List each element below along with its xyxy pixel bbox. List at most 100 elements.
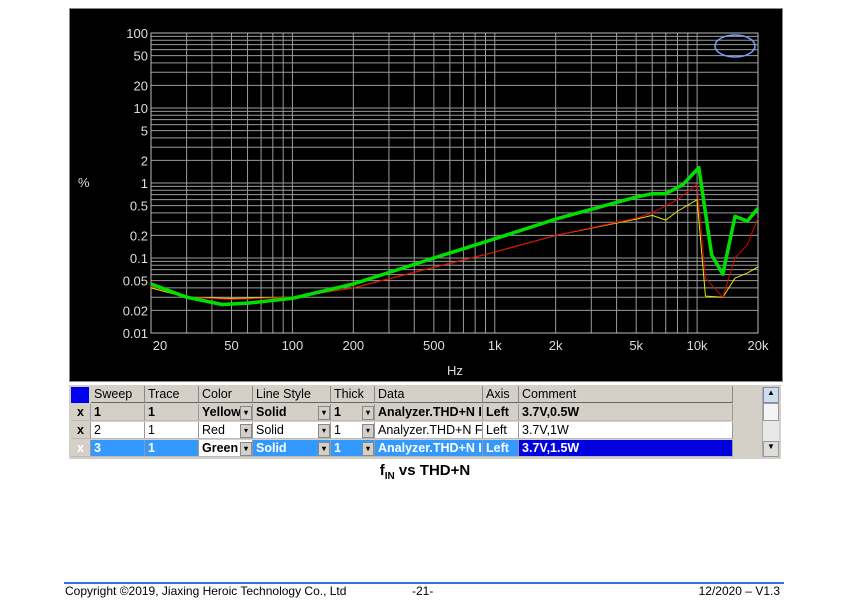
figure-caption: fIN vs THD+N	[0, 462, 850, 482]
x-tick-label: 1k	[488, 338, 502, 353]
cell-text: Solid	[256, 405, 287, 419]
cell-text: 1	[334, 441, 341, 455]
x-tick-label: 2k	[549, 338, 563, 353]
x-axis-label: Hz	[447, 363, 463, 378]
cell-text: 1	[334, 423, 341, 437]
cell-comment[interactable]: 3.7V,0.5W	[519, 404, 733, 421]
col-data[interactable]: Data	[375, 386, 483, 403]
scrollbar[interactable]: ▲ ▼	[762, 387, 779, 457]
cell-data[interactable]: Analyzer.THD+N F	[375, 422, 483, 439]
cell-comment[interactable]: 3.7V,1.5W	[519, 440, 733, 457]
cell-style[interactable]: Solid ▾	[253, 404, 331, 421]
dropdown-arrow-icon[interactable]: ▾	[318, 442, 330, 456]
y-tick-label: 0.01	[123, 326, 148, 341]
dropdown-arrow-icon[interactable]: ▾	[362, 424, 374, 438]
dropdown-arrow-icon[interactable]: ▾	[362, 406, 374, 420]
x-tick-label: 500	[423, 338, 445, 353]
y-tick-label: 0.1	[130, 251, 148, 266]
thd-chart: 100 50 20 10 5 2 1 0.5 0.2 0.1 0.05 0.02 0.01 20 50 100…	[78, 26, 769, 378]
col-axis[interactable]: Axis	[483, 386, 519, 403]
cell-sweep[interactable]: 3	[91, 440, 145, 457]
cell-text: 3.7V,0.5W	[522, 405, 580, 419]
series-line-0	[150, 199, 759, 299]
cell-text: Left	[486, 405, 509, 419]
y-axis-label: %	[78, 175, 90, 190]
cell-axis[interactable]: Left	[483, 440, 519, 457]
series-line-1	[150, 183, 759, 300]
table-row[interactable]: x 2 1 Red ▾ Solid ▾ 1 ▾ Analyzer.THD+N F Left 3.7V,…	[71, 422, 733, 440]
cell-text: Left	[486, 441, 509, 455]
col-comment[interactable]: Comment	[519, 386, 733, 403]
y-tick-label: 0.2	[130, 228, 148, 243]
y-tick-label: 0.02	[123, 303, 148, 318]
visible-checkbox[interactable]: x	[71, 440, 91, 457]
cell-thick[interactable]: 1 ▾	[331, 440, 375, 457]
cell-comment[interactable]: 3.7V,1W	[519, 422, 733, 439]
cell-trace[interactable]: 1	[145, 422, 199, 439]
cell-text: 3.7V,1W	[522, 423, 569, 437]
col-trace[interactable]: Trace	[145, 386, 199, 403]
table-header: Sweep Trace Color Line Style Thick Data …	[91, 386, 785, 404]
cell-text: Green	[202, 441, 239, 455]
select-all-cell[interactable]	[71, 387, 89, 403]
visible-checkbox[interactable]: x	[71, 422, 91, 439]
y-tick-label: 5	[141, 124, 148, 139]
scroll-down-icon[interactable]: ▼	[763, 441, 779, 457]
series-line-2	[150, 165, 760, 307]
cell-style[interactable]: Solid ▾	[253, 440, 331, 457]
y-tick-label: 1	[141, 176, 148, 191]
visible-checkbox[interactable]: x	[71, 404, 91, 421]
dropdown-arrow-icon[interactable]: ▾	[318, 424, 330, 438]
cell-color[interactable]: Green ▾	[199, 440, 253, 457]
cell-text: 1	[94, 405, 101, 419]
cell-text: 1	[148, 405, 155, 419]
cell-style[interactable]: Solid ▾	[253, 422, 331, 439]
x-tick-label: 100	[282, 338, 304, 353]
cell-text: Solid	[256, 423, 284, 437]
cell-text: Red	[202, 423, 225, 437]
cell-thick[interactable]: 1 ▾	[331, 422, 375, 439]
cell-axis[interactable]: Left	[483, 422, 519, 439]
table-row[interactable]: x 3 1 Green ▾ Solid ▾ 1 ▾ Analyzer.THD+N I Left 3.7…	[71, 440, 733, 458]
cell-thick[interactable]: 1 ▾	[331, 404, 375, 421]
cell-data[interactable]: Analyzer.THD+N I	[375, 440, 483, 457]
dropdown-arrow-icon[interactable]: ▾	[240, 424, 252, 438]
cell-axis[interactable]: Left	[483, 404, 519, 421]
y-tick-label: 100	[126, 26, 148, 41]
col-line-style[interactable]: Line Style	[253, 386, 331, 403]
cell-text: Analyzer.THD+N I	[378, 441, 482, 455]
cell-text: 3.7V,1.5W	[522, 441, 580, 455]
cell-text: Solid	[256, 441, 287, 455]
cell-text: Left	[486, 423, 507, 437]
caption-rest: vs THD+N	[394, 462, 471, 479]
y-tick-label: 0.5	[130, 199, 148, 214]
sweep-table: Sweep Trace Color Line Style Thick Data …	[69, 385, 781, 459]
dropdown-arrow-icon[interactable]: ▾	[318, 406, 330, 420]
x-tick-label: 5k	[629, 338, 643, 353]
cell-color[interactable]: Yellow ▾	[199, 404, 253, 421]
dropdown-arrow-icon[interactable]: ▾	[240, 442, 252, 456]
cell-trace[interactable]: 1	[145, 404, 199, 421]
col-thick[interactable]: Thick	[331, 386, 375, 403]
cell-text: 1	[334, 405, 341, 419]
cell-sweep[interactable]: 1	[91, 404, 145, 421]
cell-data[interactable]: Analyzer.THD+N I	[375, 404, 483, 421]
table-row[interactable]: x 1 1 Yellow ▾ Solid ▾ 1 ▾ Analyzer.THD+N I Left 3.…	[71, 404, 733, 422]
cell-sweep[interactable]: 2	[91, 422, 145, 439]
col-color[interactable]: Color	[199, 386, 253, 403]
col-sweep[interactable]: Sweep	[91, 386, 145, 403]
caption-sub: IN	[384, 471, 395, 482]
dropdown-arrow-icon[interactable]: ▾	[240, 406, 252, 420]
x-tick-label: 200	[342, 338, 364, 353]
y-tick-label: 0.05	[123, 274, 148, 289]
scroll-up-icon[interactable]: ▲	[763, 387, 779, 403]
dropdown-arrow-icon[interactable]: ▾	[362, 442, 374, 456]
grid	[150, 32, 759, 334]
cell-trace[interactable]: 1	[145, 440, 199, 457]
x-tick-label: 50	[224, 338, 238, 353]
cell-color[interactable]: Red ▾	[199, 422, 253, 439]
scroll-thumb[interactable]	[763, 403, 779, 421]
cell-text: Analyzer.THD+N I	[378, 405, 482, 419]
footer-page-number: -21-	[412, 584, 434, 598]
chart-panel: 100 50 20 10 5 2 1 0.5 0.2 0.1 0.05 0.02 0.01 20 50 100…	[69, 8, 783, 382]
